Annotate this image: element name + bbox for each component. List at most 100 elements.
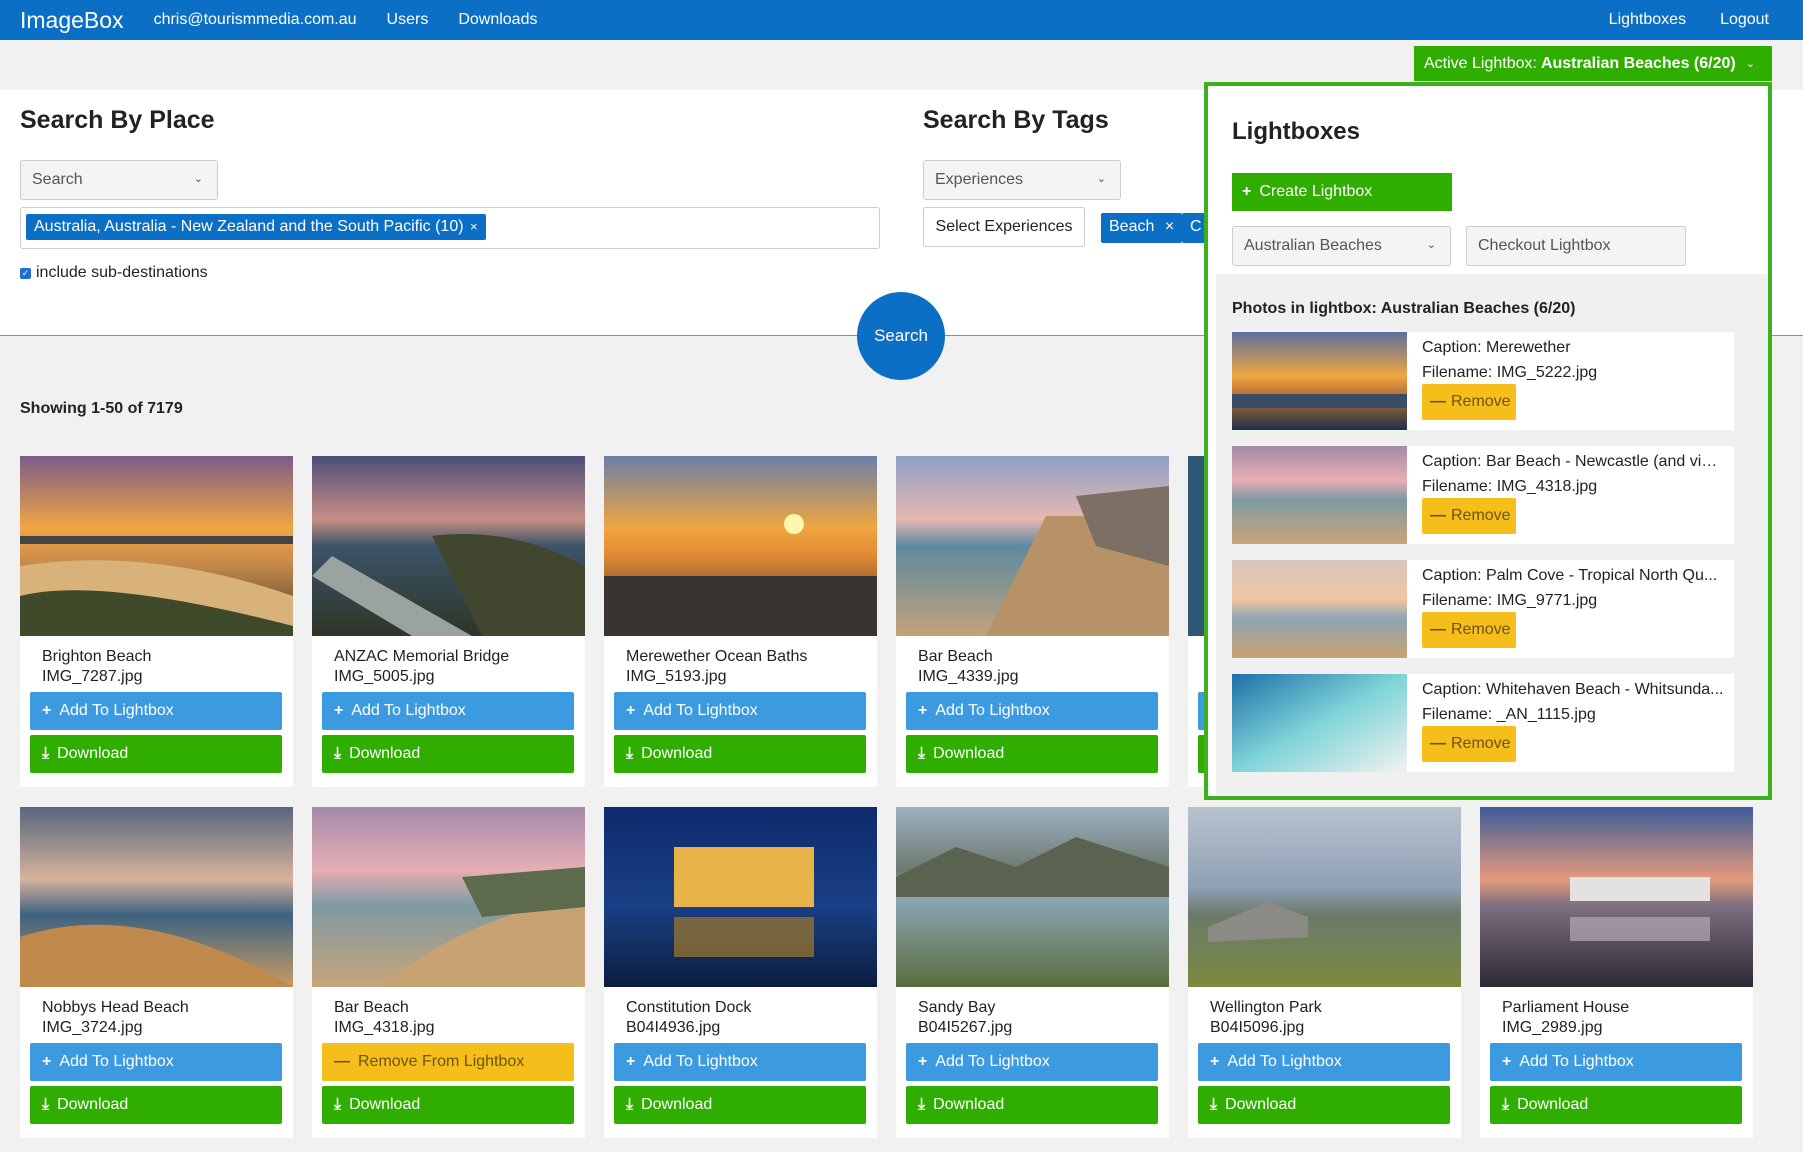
experiences-select[interactable]: Experiences ⌄: [923, 160, 1121, 200]
download-label: Download: [641, 1096, 713, 1113]
nav-downloads[interactable]: Downloads: [458, 11, 537, 29]
lightbox-item-filename: Filename: IMG_5222.jpg: [1422, 364, 1598, 381]
place-search-select[interactable]: Search ⌄: [20, 160, 218, 200]
download-button[interactable]: ⤓ Download: [1198, 1086, 1450, 1124]
active-lightbox-toggle[interactable]: Active Lightbox: Australian Beaches (6/2…: [1414, 46, 1772, 81]
minus-icon: —: [1430, 735, 1446, 752]
photo-thumbnail[interactable]: [312, 807, 585, 987]
download-button[interactable]: ⤓ Download: [614, 1086, 866, 1124]
download-label: Download: [349, 745, 421, 762]
lightbox-remove-button[interactable]: — Remove: [1422, 612, 1516, 648]
add-to-lightbox-button[interactable]: + Add To Lightbox: [906, 692, 1158, 730]
result-caption: Constitution Dock B04I4936.jpg: [626, 998, 751, 1038]
lightbox-thumbnail[interactable]: [1232, 674, 1407, 772]
download-icon: ⤓: [334, 745, 342, 762]
download-button[interactable]: ⤓ Download: [906, 1086, 1158, 1124]
add-label: Add To Lightbox: [935, 702, 1050, 719]
plus-icon: +: [918, 1053, 928, 1070]
result-filename: IMG_7287.jpg: [42, 668, 143, 685]
place-tag-input[interactable]: Australia, Australia - New Zealand and t…: [20, 207, 880, 249]
add-to-lightbox-button[interactable]: + Add To Lightbox: [614, 1043, 866, 1081]
add-to-lightbox-button[interactable]: + Add To Lightbox: [1490, 1043, 1742, 1081]
tag-beach-label: Beach: [1109, 218, 1155, 235]
tag-remove-icon[interactable]: ×: [1165, 218, 1174, 235]
include-subdestinations-row[interactable]: ✓ include sub-destinations: [20, 264, 208, 282]
photo-thumbnail[interactable]: [20, 807, 293, 987]
photo-thumbnail[interactable]: [896, 456, 1169, 636]
download-label: Download: [933, 1096, 1005, 1113]
result-title: Bar Beach: [918, 648, 993, 665]
lightbox-thumbnail[interactable]: [1232, 446, 1407, 544]
download-button[interactable]: ⤓ Download: [30, 1086, 282, 1124]
create-lightbox-label: Create Lightbox: [1259, 183, 1373, 200]
result-caption: ANZAC Memorial Bridge IMG_5005.jpg: [334, 647, 509, 687]
add-to-lightbox-button[interactable]: + Add To Lightbox: [322, 692, 574, 730]
nav-lightboxes[interactable]: Lightboxes: [1609, 11, 1686, 29]
place-tag: Australia, Australia - New Zealand and t…: [26, 214, 486, 240]
download-button[interactable]: ⤓ Download: [322, 735, 574, 773]
download-button[interactable]: ⤓ Download: [614, 735, 866, 773]
lightbox-select[interactable]: Australian Beaches ⌄: [1232, 226, 1451, 266]
search-by-place-heading: Search By Place: [20, 106, 215, 134]
download-button[interactable]: ⤓ Download: [906, 735, 1158, 773]
select-experiences-button[interactable]: Select Experiences: [923, 207, 1085, 247]
tag-remove-icon[interactable]: ×: [470, 219, 478, 234]
plus-icon: +: [918, 702, 928, 719]
photo-thumbnail[interactable]: [1480, 807, 1753, 987]
lightbox-remove-button[interactable]: — Remove: [1422, 498, 1516, 534]
photo-thumbnail[interactable]: [20, 456, 293, 636]
include-subdestinations-label: include sub-destinations: [36, 264, 208, 281]
lightbox-item-caption: Caption: Merewether: [1422, 339, 1571, 356]
result-caption: Wellington Park B04I5096.jpg: [1210, 998, 1322, 1038]
brand-logo[interactable]: ImageBox: [20, 7, 124, 34]
photo-thumbnail[interactable]: [896, 807, 1169, 987]
add-to-lightbox-button[interactable]: + Add To Lightbox: [30, 692, 282, 730]
add-to-lightbox-button[interactable]: + Add To Lightbox: [30, 1043, 282, 1081]
minus-icon: —: [1430, 621, 1446, 638]
plus-icon: +: [1502, 1053, 1512, 1070]
photo-thumbnail[interactable]: [1188, 807, 1461, 987]
lightbox-item-caption: Caption: Palm Cove - Tropical North Qu..…: [1422, 567, 1718, 584]
lightbox-remove-button[interactable]: — Remove: [1422, 726, 1516, 762]
add-to-lightbox-button[interactable]: + Add To Lightbox: [906, 1043, 1158, 1081]
lightbox-thumbnail[interactable]: [1232, 560, 1407, 658]
download-button[interactable]: ⤓ Download: [30, 735, 282, 773]
nav-users[interactable]: Users: [387, 11, 429, 29]
lightbox-item-filename: Filename: IMG_9771.jpg: [1422, 592, 1598, 609]
search-by-tags-heading: Search By Tags: [923, 106, 1109, 134]
checkout-lightbox-button[interactable]: Checkout Lightbox: [1466, 226, 1686, 266]
minus-icon: —: [1430, 507, 1446, 524]
place-select-value: Search: [32, 171, 83, 188]
chevron-down-icon: ⌄: [1426, 239, 1436, 251]
nav-user-email[interactable]: chris@tourismmedia.com.au: [154, 11, 357, 29]
photo-thumbnail[interactable]: [312, 456, 585, 636]
result-card: Wellington Park B04I5096.jpg + Add To Lig…: [1188, 807, 1461, 1138]
place-tag-label: Australia, Australia - New Zealand and t…: [34, 218, 464, 235]
download-label: Download: [349, 1096, 421, 1113]
result-card: ANZAC Memorial Bridge IMG_5005.jpg + Add …: [312, 456, 585, 787]
remove-label: Remove: [1451, 735, 1511, 752]
download-icon: ⤓: [42, 745, 50, 762]
photo-thumbnail[interactable]: [604, 456, 877, 636]
top-navbar: ImageBox chris@tourismmedia.com.au Users…: [0, 0, 1803, 40]
search-button[interactable]: Search: [857, 292, 945, 380]
lightbox-thumbnail[interactable]: [1232, 332, 1407, 430]
photo-thumbnail[interactable]: [604, 807, 877, 987]
download-label: Download: [57, 1096, 129, 1113]
remove-from-lightbox-button[interactable]: — Remove From Lightbox: [322, 1043, 574, 1081]
nav-right: Lightboxes Logout: [1609, 11, 1803, 29]
include-subdestinations-checkbox[interactable]: ✓: [20, 267, 31, 279]
tag-beach: Beach ×: [1101, 213, 1183, 243]
result-card: Nobbys Head Beach IMG_3724.jpg + Add To L…: [20, 807, 293, 1138]
add-to-lightbox-button[interactable]: + Add To Lightbox: [614, 692, 866, 730]
minus-icon: —: [1430, 393, 1446, 410]
nav-logout[interactable]: Logout: [1720, 11, 1769, 29]
add-to-lightbox-button[interactable]: + Add To Lightbox: [1198, 1043, 1450, 1081]
result-title: ANZAC Memorial Bridge: [334, 648, 510, 665]
create-lightbox-button[interactable]: + Create Lightbox: [1232, 173, 1452, 211]
download-button[interactable]: ⤓ Download: [322, 1086, 574, 1124]
lightbox-remove-button[interactable]: — Remove: [1422, 384, 1516, 420]
download-button[interactable]: ⤓ Download: [1490, 1086, 1742, 1124]
results-summary: Showing 1-50 of 7179: [20, 400, 183, 417]
add-label: Add To Lightbox: [643, 702, 758, 719]
